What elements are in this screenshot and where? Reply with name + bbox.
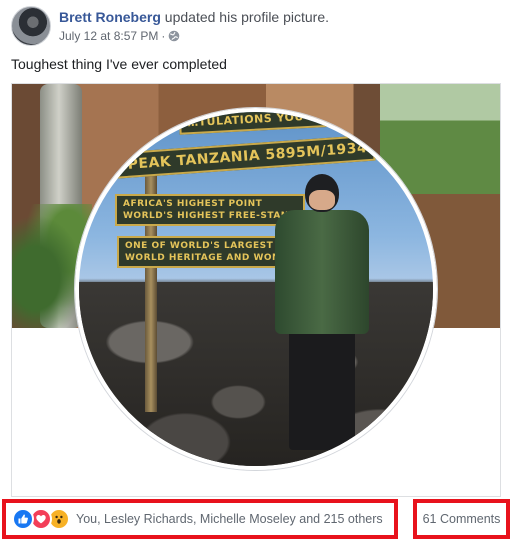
post-meta: July 12 at 8:57 PM · [59,29,180,43]
summit-sign-top: …TULATIONS YOU ARE NOW AT… [178,112,403,135]
summit-rocks [79,282,433,466]
comments-count-button[interactable]: 61 Comments [413,499,510,539]
post-timestamp-link[interactable]: July 12 at 8:57 PM [59,29,158,43]
post-text: Toughest thing I've ever completed [11,56,227,72]
author-avatar[interactable] [11,6,51,46]
like-icon [12,508,34,530]
profile-picture[interactable]: …TULATIONS YOU ARE NOW AT… …PEAK TANZANI… [75,108,437,470]
author-name-link[interactable]: Brett Roneberg [59,9,161,25]
globe-icon[interactable] [168,30,180,42]
post-action-text: updated his profile picture. [160,9,330,25]
post-title-line: Brett Roneberg updated his profile pictu… [59,9,329,25]
comments-count-text[interactable]: 61 Comments [423,512,501,526]
sign-post [145,152,157,412]
climber-pants [289,330,355,450]
sign-line: ONE OF WORLD'S LARGEST [125,241,274,251]
post-header: Brett Roneberg updated his profile pictu… [11,6,501,48]
climber-figure [267,174,377,464]
meta-separator: · [161,29,166,43]
reactions-summary-text[interactable]: You, Lesley Richards, Michelle Moseley a… [76,512,383,526]
climber-jacket [275,210,369,334]
reaction-bar: You, Lesley Richards, Michelle Moseley a… [0,497,513,548]
reactions-summary[interactable]: You, Lesley Richards, Michelle Moseley a… [2,499,398,539]
climber-face [309,190,335,210]
profile-photo-frame[interactable]: …TULATIONS YOU ARE NOW AT… …PEAK TANZANI… [11,83,501,497]
sign-line: AFRICA'S HIGHEST POINT [123,199,263,209]
summit-sign-lower: ONE OF WORLD'S LARGEST WORLD HERITAGE AN… [117,236,302,268]
